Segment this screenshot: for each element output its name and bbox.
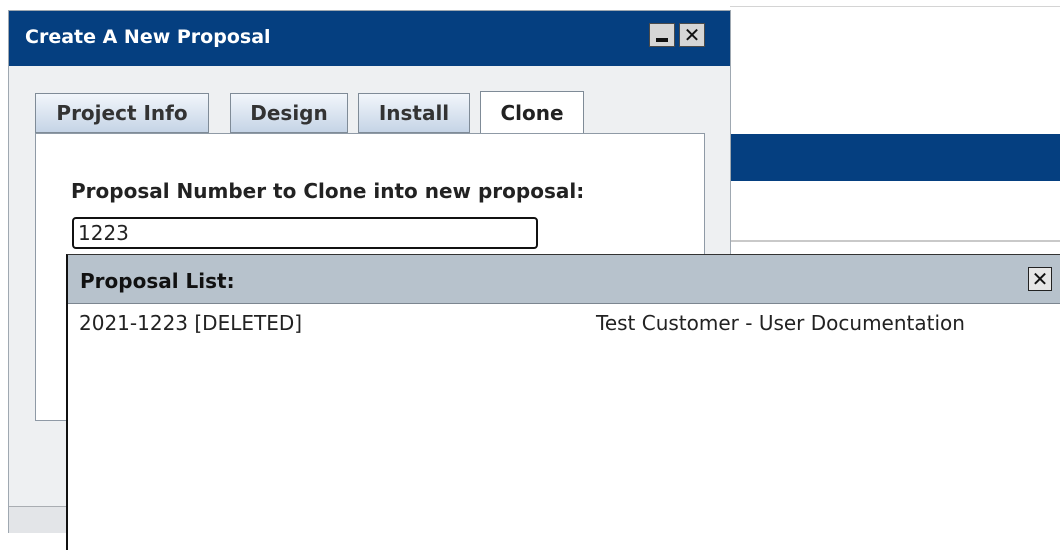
proposal-id: 2021-1223 [DELETED]: [79, 311, 303, 335]
close-icon: ✕: [1031, 267, 1049, 291]
tab-design[interactable]: Design: [230, 93, 348, 133]
minimize-icon: [656, 38, 668, 42]
minimize-button[interactable]: [649, 23, 675, 47]
background-window: [730, 6, 1060, 247]
proposal-list-header: Proposal List: ✕: [68, 255, 1060, 304]
tab-project-info[interactable]: Project Info: [35, 93, 209, 133]
proposal-list-popup: Proposal List: ✕ 2021-1223 [DELETED] Tes…: [66, 254, 1060, 550]
clone-proposal-label: Proposal Number to Clone into new propos…: [71, 179, 585, 203]
proposal-list-close-button[interactable]: ✕: [1028, 267, 1052, 291]
close-icon: ✕: [683, 23, 701, 47]
dialog-title-bar[interactable]: Create A New Proposal ✕: [9, 11, 730, 66]
dialog-title: Create A New Proposal: [25, 26, 271, 48]
tab-install[interactable]: Install: [358, 93, 470, 133]
tab-clone[interactable]: Clone: [480, 91, 584, 133]
background-header-bar: [730, 134, 1060, 181]
proposal-description: Test Customer - User Documentation: [596, 311, 965, 335]
proposal-list-title: Proposal List:: [80, 269, 235, 293]
close-button[interactable]: ✕: [679, 23, 705, 47]
background-divider: [730, 240, 1060, 242]
proposal-list-item[interactable]: 2021-1223 [DELETED] Test Customer - User…: [68, 305, 1060, 341]
clone-proposal-number-input[interactable]: [72, 217, 538, 249]
background-edge: [0, 0, 8, 550]
